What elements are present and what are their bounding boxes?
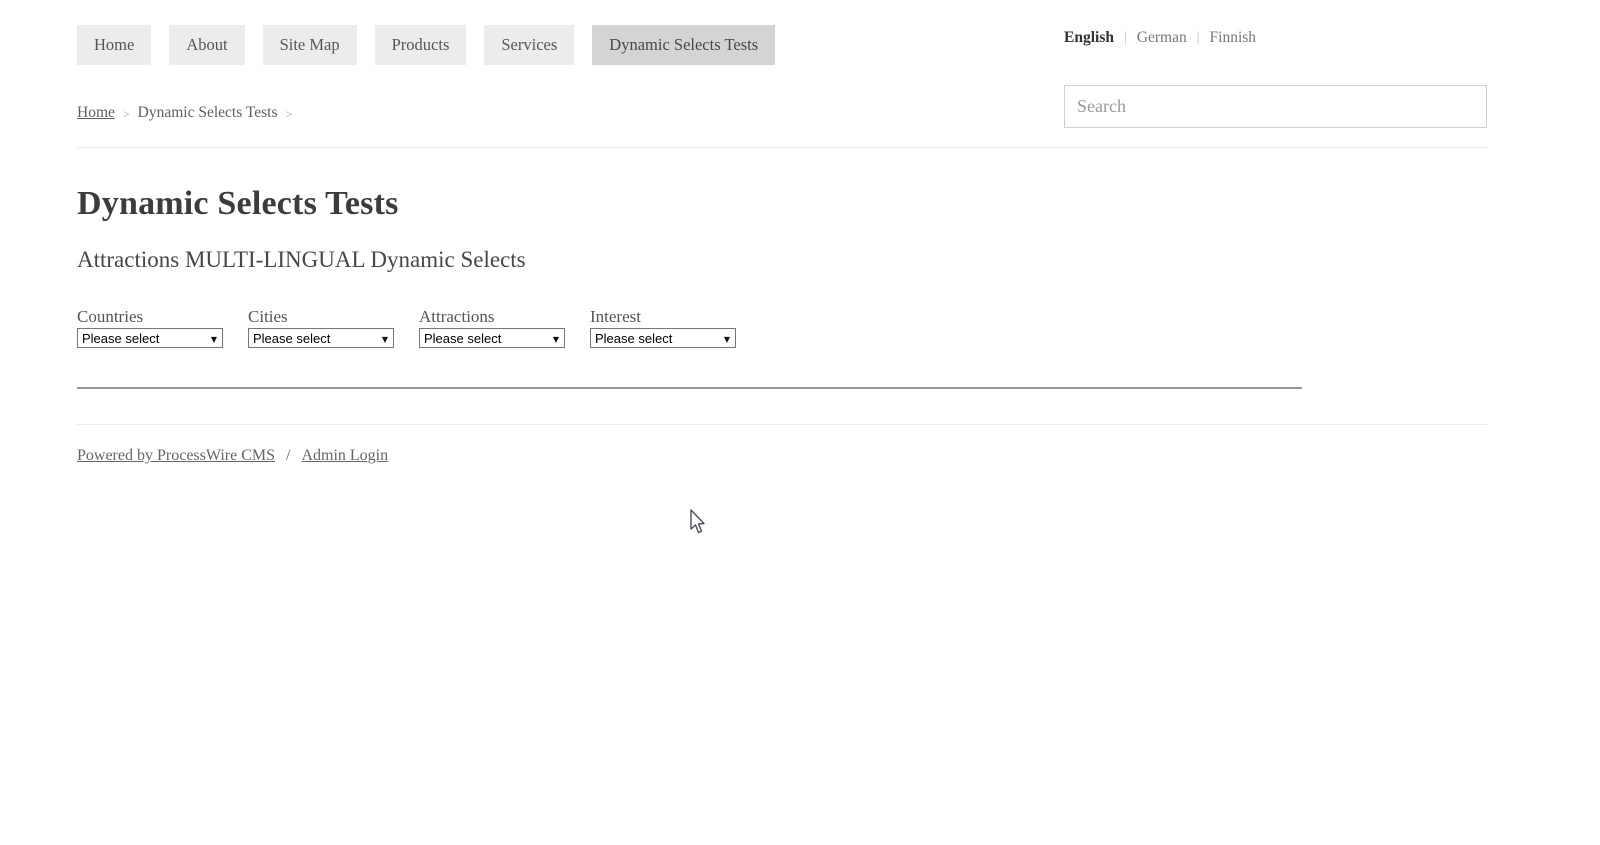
language-switcher: English | German | Finnish <box>1064 29 1256 47</box>
language-finnish[interactable]: Finnish <box>1210 29 1257 47</box>
field-countries: Countries Please select ▼ <box>77 306 248 348</box>
page-title: Dynamic Selects Tests <box>77 185 399 222</box>
separator: / <box>286 447 291 464</box>
main-nav: Home About Site Map Products Services Dy… <box>77 25 776 65</box>
nav-item-about[interactable]: About <box>169 25 245 65</box>
nav-item-home[interactable]: Home <box>77 25 152 65</box>
interest-select[interactable]: Please select <box>590 328 736 348</box>
separator: | <box>1123 30 1127 45</box>
interest-label: Interest <box>590 307 641 326</box>
breadcrumb: Home > Dynamic Selects Tests > <box>77 104 292 122</box>
search-input[interactable] <box>1064 85 1487 128</box>
countries-select[interactable]: Please select <box>77 328 223 348</box>
field-cities: Cities Please select ▼ <box>248 306 419 348</box>
cities-select[interactable]: Please select <box>248 328 394 348</box>
page-subtitle: Attractions MULTI-LINGUAL Dynamic Select… <box>77 247 526 272</box>
field-interest: Interest Please select ▼ <box>590 306 761 348</box>
admin-login-link[interactable]: Admin Login <box>301 447 388 465</box>
mouse-cursor-icon <box>690 509 705 534</box>
nav-item-site-map[interactable]: Site Map <box>262 25 357 65</box>
nav-item-dynamic-selects-tests[interactable]: Dynamic Selects Tests <box>592 25 776 65</box>
nav-item-products[interactable]: Products <box>374 25 467 65</box>
nav-item-services[interactable]: Services <box>484 25 575 65</box>
attractions-label: Attractions <box>419 307 495 326</box>
language-german[interactable]: German <box>1137 29 1187 47</box>
cities-label: Cities <box>248 307 288 326</box>
dynamic-selects-form: Countries Please select ▼ Cities Please … <box>77 306 761 348</box>
powered-by-processwire-link[interactable]: Powered by ProcessWire CMS <box>77 447 275 465</box>
footer: Powered by ProcessWire CMS / Admin Login <box>77 447 388 465</box>
language-english[interactable]: English <box>1064 29 1114 47</box>
attractions-select[interactable]: Please select <box>419 328 565 348</box>
breadcrumb-current-page: Dynamic Selects Tests <box>137 104 278 121</box>
breadcrumb-separator-icon: > <box>122 106 130 121</box>
breadcrumb-separator-icon: > <box>285 106 293 121</box>
field-attractions: Attractions Please select ▼ <box>419 306 590 348</box>
form-divider <box>77 387 1302 389</box>
countries-label: Countries <box>77 307 144 326</box>
separator: | <box>1196 30 1200 45</box>
breadcrumb-home-link[interactable]: Home <box>77 104 115 122</box>
footer-divider <box>77 424 1488 425</box>
header-divider <box>77 147 1488 148</box>
